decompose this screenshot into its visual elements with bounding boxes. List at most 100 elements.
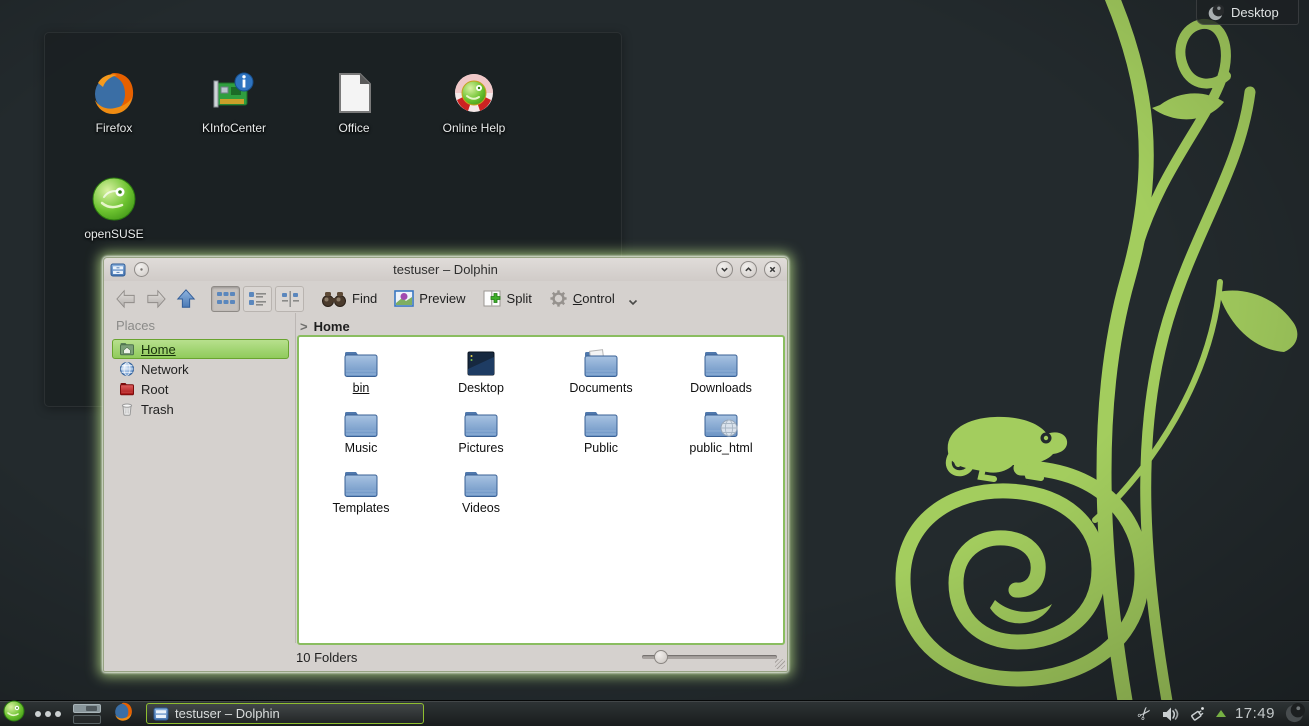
desktop-icon-label: Office: [295, 121, 413, 135]
place-trash[interactable]: Trash: [112, 399, 289, 419]
documents-folder-icon: [583, 349, 619, 379]
dolphin-app-icon: [153, 706, 169, 722]
folder-item-templates[interactable]: Templates: [301, 465, 421, 523]
office-icon: [330, 69, 378, 117]
minimize-button[interactable]: [716, 261, 733, 278]
window-buttons: [716, 261, 781, 278]
kickoff-launcher-button[interactable]: [3, 700, 25, 726]
pager-desktop-2[interactable]: [73, 715, 101, 724]
folder-item-desktop[interactable]: Desktop: [421, 345, 541, 403]
folder-icon: [583, 409, 619, 439]
folder-name: Music: [301, 441, 421, 455]
dolphin-app-icon: [110, 262, 126, 278]
details-view-button[interactable]: [243, 286, 272, 312]
resize-grip[interactable]: [775, 659, 785, 669]
zoom-slider[interactable]: [642, 655, 777, 659]
folder-name: Downloads: [661, 381, 781, 395]
preview-label: Preview: [419, 291, 465, 306]
status-bar: 10 Folders: [104, 643, 787, 671]
binoculars-icon: [321, 291, 347, 307]
desktop-icon-online-help[interactable]: Online Help: [415, 69, 533, 135]
folder-item-public[interactable]: Public: [541, 405, 661, 463]
preview-image-icon: [394, 290, 414, 307]
firefox-launcher[interactable]: [113, 701, 134, 726]
desktop-icon-label: Firefox: [55, 121, 173, 135]
folder-name: Templates: [301, 501, 421, 515]
preview-button[interactable]: Preview: [394, 290, 465, 307]
online-help-icon: [450, 69, 498, 117]
zoom-slider-handle[interactable]: [654, 650, 668, 664]
desktop-folder-icon: [463, 349, 499, 379]
folder-name: public_html: [661, 441, 781, 455]
home-folder-icon: [119, 341, 135, 357]
tray-expand-arrow[interactable]: [1216, 710, 1226, 717]
window-menu-button[interactable]: [134, 262, 149, 277]
columns-view-button[interactable]: [275, 286, 304, 312]
place-home[interactable]: Home: [112, 339, 289, 359]
titlebar[interactable]: testuser – Dolphin: [104, 258, 787, 281]
place-label: Home: [141, 342, 176, 357]
folder-item-videos[interactable]: Videos: [421, 465, 541, 523]
control-button[interactable]: Control: [549, 289, 638, 308]
icons-view-icon: [216, 290, 236, 308]
folder-icon: [703, 349, 739, 379]
taskbar-entry-dolphin[interactable]: testuser – Dolphin: [146, 703, 424, 724]
close-button[interactable]: [764, 261, 781, 278]
desktop-icon-firefox[interactable]: Firefox: [55, 69, 173, 135]
kinfocenter-icon: [210, 69, 258, 117]
firefox-icon: [113, 701, 134, 722]
device-notifier-icon[interactable]: [1188, 705, 1207, 723]
cashew-icon: [1207, 4, 1224, 21]
desktop-icon-opensuse[interactable]: openSUSE: [55, 175, 173, 241]
folder-icon: [343, 469, 379, 499]
task-label: testuser – Dolphin: [175, 706, 280, 721]
folder-name: Videos: [421, 501, 541, 515]
dolphin-window: testuser – Dolphin: [103, 257, 788, 672]
folder-item-public-html[interactable]: public_html: [661, 405, 781, 463]
desktop-icon-office[interactable]: Office: [295, 69, 413, 135]
up-button[interactable]: [173, 286, 199, 312]
toolbox-label: Desktop: [1231, 5, 1279, 20]
folder-item-music[interactable]: Music: [301, 405, 421, 463]
desktop-toolbox[interactable]: Desktop: [1196, 0, 1299, 25]
volume-icon[interactable]: [1161, 705, 1179, 723]
folder-item-downloads[interactable]: Downloads: [661, 345, 781, 403]
breadcrumb[interactable]: > Home: [300, 315, 350, 337]
split-button[interactable]: Split: [483, 290, 532, 307]
folder-name: Pictures: [421, 441, 541, 455]
window-title: testuser – Dolphin: [104, 262, 787, 277]
folder-name: Public: [541, 441, 661, 455]
folder-item-bin[interactable]: bin: [301, 345, 421, 403]
breadcrumb-chevron: >: [300, 319, 308, 334]
system-tray: ✂ 17:49: [1138, 703, 1309, 724]
activity-dots-widget[interactable]: [35, 711, 61, 717]
details-view-icon: [248, 290, 268, 308]
pager-desktop-1[interactable]: [73, 704, 101, 713]
chevron-down-icon: [628, 299, 638, 306]
forward-button[interactable]: [143, 286, 169, 312]
folder-icon: [343, 349, 379, 379]
digital-clock[interactable]: 17:49: [1235, 705, 1275, 722]
place-root[interactable]: Root: [112, 379, 289, 399]
split-view-icon: [483, 290, 502, 307]
folder-item-documents[interactable]: Documents: [541, 345, 661, 403]
breadcrumb-location[interactable]: Home: [314, 319, 350, 334]
folder-view[interactable]: bin Desktop Documents: [297, 335, 785, 645]
panel-cashew-icon[interactable]: [1284, 703, 1305, 724]
icons-view-button[interactable]: [211, 286, 240, 312]
find-button[interactable]: Find: [321, 291, 377, 307]
desktop-pager[interactable]: [73, 704, 101, 724]
folder-item-pictures[interactable]: Pictures: [421, 405, 541, 463]
maximize-button[interactable]: [740, 261, 757, 278]
back-button[interactable]: [113, 286, 139, 312]
places-header: Places: [108, 316, 295, 339]
folder-name: bin: [301, 381, 421, 395]
place-network[interactable]: Network: [112, 359, 289, 379]
trash-icon: [119, 401, 135, 417]
taskbar-panel: testuser – Dolphin ✂ 17:49: [0, 700, 1309, 726]
back-arrow-icon: [115, 289, 137, 309]
view-mode-group: [211, 286, 304, 312]
klipper-clipboard-icon[interactable]: ✂: [1133, 702, 1157, 726]
desktop-icon-kinfocenter[interactable]: KInfoCenter: [175, 69, 293, 135]
opensuse-geeko-icon: [3, 700, 25, 722]
